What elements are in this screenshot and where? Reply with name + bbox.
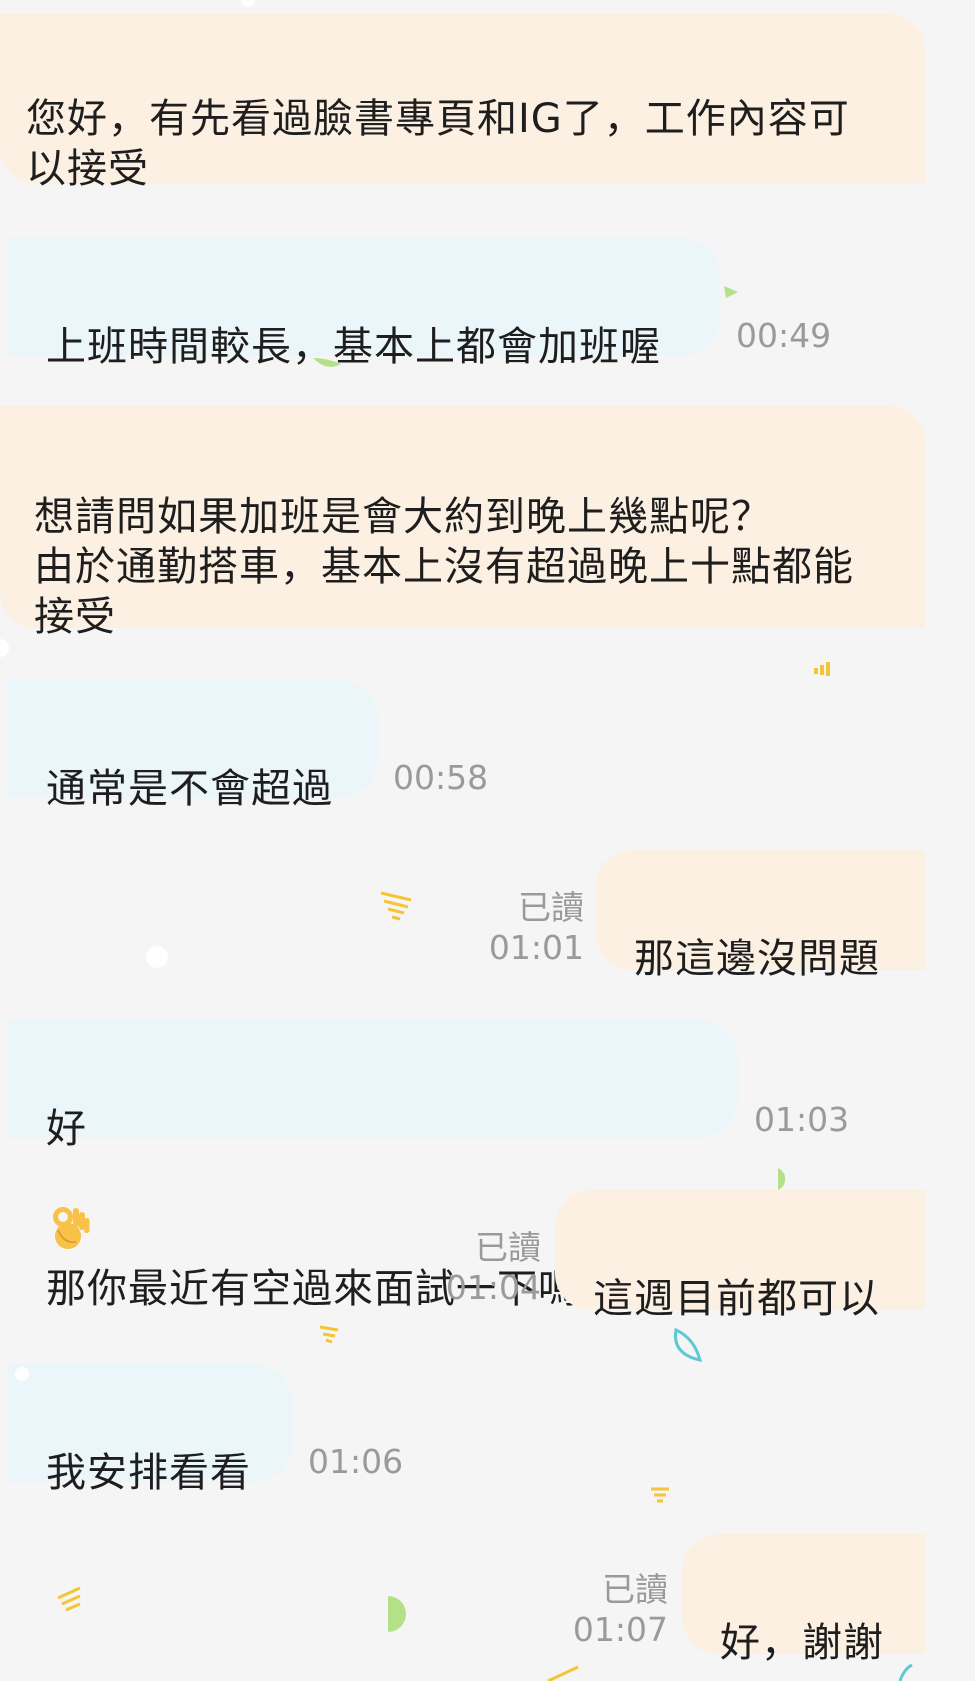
read-receipt: 已讀 bbox=[602, 1570, 668, 1609]
chat-area[interactable]: 您好，有先看過臉書專頁和IG了，工作內容可 以接受 上班時間較長，基本上都會加班… bbox=[0, 0, 975, 1681]
message-text: 我安排看看 bbox=[46, 1450, 251, 1496]
message-time: 01:06 bbox=[308, 1442, 404, 1481]
message-bubble-incoming[interactable]: 上班時間較長，基本上都會加班喔 bbox=[8, 238, 720, 370]
message-time: 00:58 bbox=[393, 758, 489, 797]
message-text: 上班時間較長，基本上都會加班喔 bbox=[46, 324, 661, 370]
message-bubble-incoming[interactable]: 好 那你最近有空過來面試一下嗎 bbox=[8, 1020, 738, 1312]
message-time: 01:04 bbox=[445, 1268, 541, 1307]
message-meta: 已讀 01:07 bbox=[528, 1570, 668, 1650]
message-bubble-outgoing[interactable]: 這週目前都可以 bbox=[555, 1190, 925, 1322]
message-text: 通常是不會超過 bbox=[46, 766, 333, 812]
message-bubble-outgoing[interactable]: 好，謝謝 bbox=[682, 1534, 925, 1666]
message-bubble-incoming[interactable]: 我安排看看 bbox=[8, 1364, 293, 1496]
message-time: 01:03 bbox=[754, 1100, 850, 1139]
message-time: 01:01 bbox=[488, 928, 584, 967]
message-text: 那這邊沒問題 bbox=[634, 936, 880, 982]
message-bubble-outgoing[interactable]: 那這邊沒問題 bbox=[596, 850, 925, 982]
message-bubble-incoming[interactable]: 通常是不會超過 bbox=[8, 680, 378, 812]
read-receipt: 已讀 bbox=[475, 1228, 541, 1267]
message-time: 01:07 bbox=[572, 1610, 668, 1649]
message-text: 好，謝謝 bbox=[720, 1620, 884, 1666]
message-meta: 已讀 01:01 bbox=[440, 888, 584, 968]
message-meta: 已讀 01:04 bbox=[398, 1228, 541, 1308]
message-bubble-outgoing[interactable]: 想請問如果加班是會大約到晚上幾點呢？ 由於通勤搭車，基本上沒有超過晚上十點都能 … bbox=[0, 406, 925, 640]
ok-hand-emoji bbox=[46, 1154, 92, 1264]
message-text: 您好，有先看過臉書專頁和IG了，工作內容可 以接受 bbox=[26, 96, 850, 192]
message-bubble-outgoing[interactable]: 您好，有先看過臉書專頁和IG了，工作內容可 以接受 bbox=[0, 14, 925, 192]
message-text: 這週目前都可以 bbox=[593, 1276, 880, 1322]
message-text: 想請問如果加班是會大約到晚上幾點呢？ 由於通勤搭車，基本上沒有超過晚上十點都能 … bbox=[34, 494, 854, 640]
read-receipt: 已讀 bbox=[518, 888, 584, 927]
message-time: 00:49 bbox=[736, 316, 832, 355]
message-text: 好 bbox=[46, 1106, 87, 1152]
